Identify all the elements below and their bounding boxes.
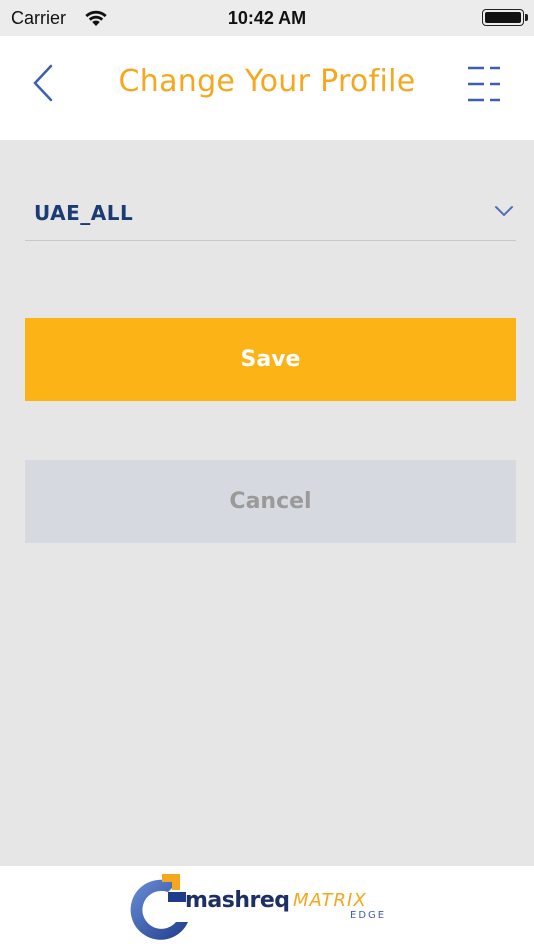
logo-brand-word: mashreq [185, 888, 290, 913]
logo-product-word: MATRIX [293, 890, 367, 911]
menu-icon [468, 66, 500, 102]
save-button[interactable]: Save [25, 318, 516, 401]
cancel-button[interactable]: Cancel [25, 460, 516, 543]
profile-select-value: UAE_ALL [34, 201, 134, 225]
logo-tagline: EDGE [350, 910, 387, 921]
footer: mashreq MATRIX EDGE [0, 866, 534, 950]
status-bar: Carrier 10:42 AM [0, 0, 534, 36]
page-title: Change Your Profile [118, 64, 416, 99]
menu-button[interactable] [464, 62, 504, 110]
app-header: Change Your Profile [0, 36, 534, 140]
status-time: 10:42 AM [227, 8, 307, 28]
battery-icon [482, 9, 528, 26]
battery-level [485, 12, 521, 23]
mashreq-matrix-logo: mashreq MATRIX EDGE [118, 870, 418, 942]
chevron-down-icon [495, 206, 513, 217]
profile-select[interactable]: UAE_ALL [25, 190, 516, 241]
